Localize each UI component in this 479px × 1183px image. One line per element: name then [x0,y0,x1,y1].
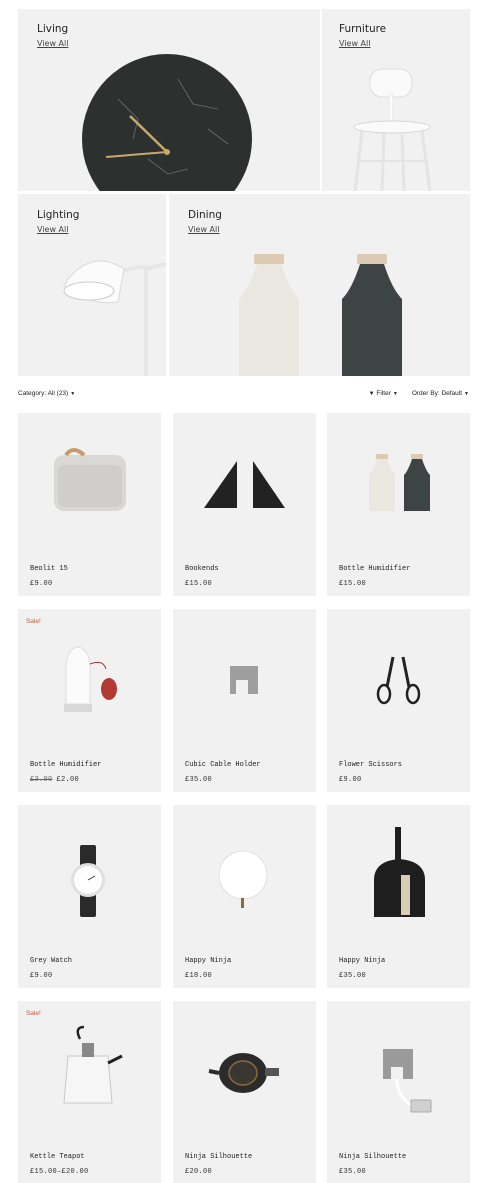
product-price: £15.00 [185,580,213,588]
product-price: £20.00 [185,1168,213,1176]
product-price: £35.00 [185,776,213,784]
product-card[interactable]: Ninja Silhouette £20.00 [173,1001,316,1183]
category-tile-lighting[interactable]: Lighting View All [18,194,166,376]
product-name: Ninja Silhouette [339,1153,407,1161]
teapot-dark-icon [208,1053,279,1093]
product-name: Happy Ninja [339,957,386,965]
caret-down-icon: ▼ [392,391,398,397]
bottles-icon [369,454,430,511]
chair-icon [353,68,432,191]
category-dropdown[interactable]: Category: All (23) ▼ [18,390,75,397]
product-card[interactable]: Beolit 15 £9.00 [18,413,161,596]
product-card[interactable]: Sale! Kettle Teapot £15.00–£20.00 [18,1001,161,1183]
order-by-dropdown[interactable]: Order By: Default ▼ [412,390,469,397]
product-name: Beolit 15 [30,565,68,573]
product-price: £9.00 [30,580,53,588]
filter-dropdown[interactable]: ▼ Filter ▼ [369,390,398,397]
caret-down-icon: ▼ [70,391,76,397]
product-card[interactable]: Happy Ninja £35.00 [327,805,470,988]
salt-pepper-grinders-icon [239,254,402,376]
category-tile-furniture[interactable]: Furniture View All [322,9,470,191]
speaker-icon [54,448,126,511]
product-card[interactable]: Happy Ninja £18.00 [173,805,316,988]
product-name: Happy Ninja [185,957,232,965]
category-tile-dining[interactable]: Dining View All [169,194,470,376]
scissors-icon [376,656,421,705]
product-card[interactable]: Grey Watch £9.00 [18,805,161,988]
product-price: £35.00 [339,972,367,980]
product-name: Bookends [185,565,219,573]
floor-lamp-icon [63,260,166,376]
teapot-icon [63,1025,123,1104]
product-price: £18.00 [185,972,213,980]
cable-holder-icon [230,666,258,694]
humidifier-icon [64,646,117,712]
product-card[interactable]: Bookends £15.00 [173,413,316,596]
category-dropdown-label: Category: All (23) [18,390,69,397]
product-card[interactable]: Bottle Humidifier £15.00 [327,413,470,596]
product-old-price: £3.00 [30,776,53,784]
product-name: Ninja Silhouette [185,1153,253,1161]
product-price: £35.00 [339,1168,367,1176]
product-name: Kettle Teapot [30,1153,85,1161]
product-name: Flower Scissors [339,761,403,769]
dustpan-icon [374,827,425,917]
white-ball-icon [218,850,268,908]
caret-down-icon: ▼ [464,391,469,397]
product-name: Bottle Humidifier [30,761,102,769]
product-name: Bottle Humidifier [339,565,411,573]
watch-icon [71,845,105,917]
order-by-label: Order By: Default [411,390,463,397]
product-card[interactable]: Sale! Bottle Humidifier £3.00 £2.00 [18,609,161,792]
filter-label: Filter [376,390,391,397]
filter-bar: Category: All (23) ▼ ▼ Filter ▼ Order By: … [18,390,469,402]
product-sale-price: £2.00 [56,776,80,784]
product-price: £9.00 [30,972,53,980]
usb-cube-icon [383,1049,432,1113]
product-name: Grey Watch [30,957,73,965]
product-price: £15.00–£20.00 [30,1168,89,1176]
product-name: Cubic Cable Holder [185,761,261,769]
product-price: £9.00 [339,776,362,784]
product-card[interactable]: Flower Scissors £9.00 [327,609,470,792]
product-price: £3.00 £2.00 [30,776,79,784]
product-card[interactable]: Cubic Cable Holder £35.00 [173,609,316,792]
bookends-icon [204,461,285,508]
category-tile-living[interactable]: Living View All [18,9,320,191]
marble-clock-icon [82,54,252,191]
product-card[interactable]: Ninja Silhouette £35.00 [327,1001,470,1183]
funnel-icon: ▼ [368,391,375,397]
product-price: £15.00 [339,580,367,588]
